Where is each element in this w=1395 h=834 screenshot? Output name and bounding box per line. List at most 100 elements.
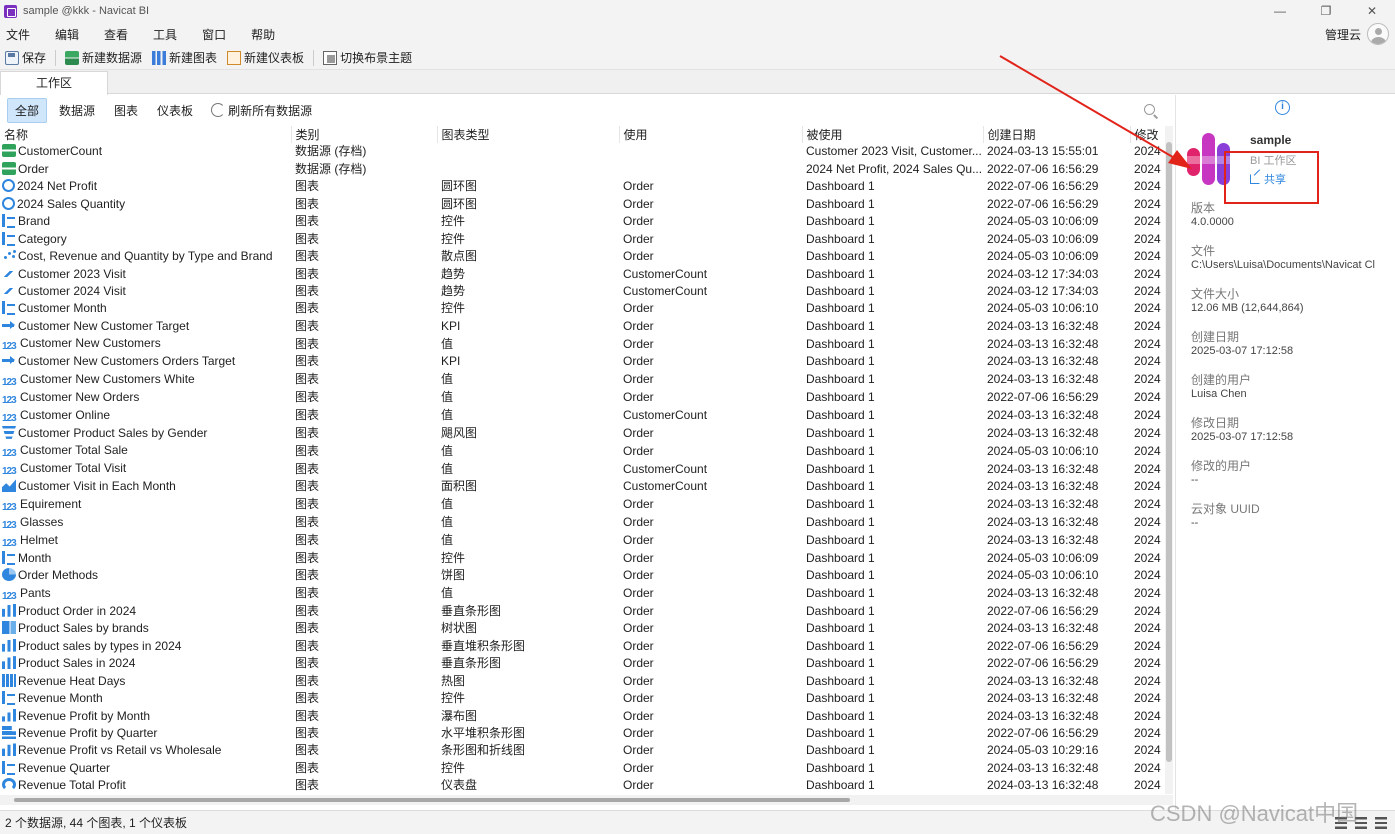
table-row[interactable]: Product Order in 2024 图表 垂直条形图 Order Dashboa… (0, 603, 1165, 620)
table-row[interactable]: Revenue Month 图表 控件 Order Dashboard 1 2024-03… (0, 690, 1165, 707)
table-row[interactable]: 123 Customer New Orders 图表 值 Order Dashboard … (0, 389, 1165, 407)
menu-tools[interactable]: 工具 (147, 26, 188, 43)
info-icon[interactable]: i (1275, 100, 1290, 115)
table-row[interactable]: 123 Equirement 图表 值 Order Dashboard 1 2024-03-… (0, 496, 1165, 514)
table-row[interactable]: 2024 Sales Quantity 图表 圆环图 Order Dashboard 1… (0, 195, 1165, 212)
table-row[interactable]: 123 Customer Online 图表 值 CustomerCount Dashbo… (0, 407, 1165, 425)
close-button[interactable]: ✕ (1349, 0, 1395, 22)
cell-name[interactable]: 123 Customer New Customers White (0, 371, 291, 389)
cell-name[interactable]: Month (0, 550, 291, 567)
cell-name[interactable]: 123 Customer Total Visit (0, 460, 291, 478)
save-button[interactable]: 保存 (0, 47, 51, 69)
cell-name[interactable]: 123 Customer New Orders (0, 389, 291, 407)
column-header-chart-type[interactable]: 图表类型 (437, 126, 620, 143)
cell-name[interactable]: Revenue Profit vs Retail vs Wholesale (0, 742, 291, 759)
table-row[interactable]: Customer Month 图表 控件 Order Dashboard 1 2024-0… (0, 300, 1165, 317)
user-avatar-icon[interactable] (1367, 23, 1389, 45)
table-row[interactable]: 123 Customer Total Sale 图表 值 Order Dashboard … (0, 442, 1165, 460)
table-row[interactable]: 123 Customer Total Visit 图表 值 CustomerCount D… (0, 460, 1165, 478)
table-row[interactable]: Order 数据源 (存档) 2024 Net Profit, 2024 Sales… (0, 160, 1165, 177)
column-header-modified[interactable]: 修改 (1130, 126, 1165, 143)
horizontal-scrollbar-thumb[interactable] (14, 798, 850, 802)
new-dashboard-button[interactable]: 新建仪表板 (222, 47, 309, 69)
column-header-created[interactable]: 创建日期 (983, 126, 1131, 143)
cell-name[interactable]: 2024 Net Profit (0, 178, 291, 195)
table-row[interactable]: Revenue Heat Days 图表 热图 Order Dashboard 1 202… (0, 672, 1165, 689)
column-header-name[interactable]: 名称 (0, 126, 292, 143)
table-row[interactable]: 2024 Net Profit 图表 圆环图 Order Dashboard 1 2022… (0, 178, 1165, 195)
cell-name[interactable]: Revenue Quarter (0, 760, 291, 777)
table-row[interactable]: Month 图表 控件 Order Dashboard 1 2024-05-03 10:0… (0, 550, 1165, 567)
cell-name[interactable]: Customer 2023 Visit (0, 265, 291, 282)
column-header-used-by[interactable]: 被使用 (802, 126, 984, 143)
new-datasource-button[interactable]: 新建数据源 (60, 47, 147, 69)
cell-name[interactable]: Revenue Profit by Month (0, 707, 291, 724)
table-row[interactable]: 123 Customer New Customers 图表 值 Order Dashboa… (0, 335, 1165, 353)
cell-name[interactable]: Product Sales in 2024 (0, 655, 291, 672)
horizontal-scrollbar[interactable] (0, 795, 1173, 805)
minimize-button[interactable]: — (1257, 0, 1303, 22)
cell-name[interactable]: Brand (0, 213, 291, 230)
tab-workspace[interactable]: 工作区 (0, 71, 108, 95)
cell-name[interactable]: Product sales by types in 2024 (0, 637, 291, 654)
table-row[interactable]: CustomerCount 数据源 (存档) Customer 2023 Visit… (0, 143, 1165, 160)
vertical-scrollbar[interactable] (1165, 126, 1173, 794)
search-icon[interactable] (1144, 104, 1155, 115)
table-row[interactable]: Customer New Customers Orders Target 图表 KP… (0, 353, 1165, 370)
table-row[interactable]: Customer New Customer Target 图表 KPI Order Da… (0, 318, 1165, 335)
cell-name[interactable]: 123 Customer Total Sale (0, 442, 291, 460)
filter-chart[interactable]: 图表 (107, 99, 145, 122)
table-row[interactable]: Revenue Profit by Month 图表 瀑布图 Order Dashboa… (0, 707, 1165, 724)
column-header-category[interactable]: 类别 (291, 126, 438, 143)
table-row[interactable]: 123 Customer New Customers White 图表 值 Order D… (0, 371, 1165, 389)
cell-name[interactable]: Revenue Total Profit (0, 777, 291, 794)
table-row[interactable]: 123 Helmet 图表 值 Order Dashboard 1 2024-03-13 1… (0, 532, 1165, 550)
cell-name[interactable]: Order (0, 160, 291, 177)
table-row[interactable]: Revenue Profit vs Retail vs Wholesale 图表 条… (0, 742, 1165, 759)
switch-theme-button[interactable]: 切换布景主题 (318, 47, 417, 69)
cell-name[interactable]: Cost, Revenue and Quantity by Type and B… (0, 248, 291, 265)
menu-window[interactable]: 窗口 (196, 26, 237, 43)
cell-name[interactable]: Customer Month (0, 300, 291, 317)
cell-name[interactable]: Product Sales by brands (0, 620, 291, 637)
new-chart-button[interactable]: 新建图表 (147, 47, 222, 69)
table-row[interactable]: Revenue Total Profit 图表 仪表盘 Order Dashboard … (0, 777, 1165, 794)
filter-all[interactable]: 全部 (7, 97, 48, 123)
cell-name[interactable]: Product Order in 2024 (0, 603, 291, 620)
menu-view[interactable]: 查看 (98, 26, 139, 43)
cell-name[interactable]: 2024 Sales Quantity (0, 195, 291, 212)
table-row[interactable]: Cost, Revenue and Quantity by Type and B… (0, 248, 1165, 265)
table-row[interactable]: 123 Glasses 图表 值 Order Dashboard 1 2024-03-13 … (0, 514, 1165, 532)
column-header-uses[interactable]: 使用 (619, 126, 803, 143)
filter-dashboard[interactable]: 仪表板 (150, 99, 200, 122)
cell-name[interactable]: Customer Visit in Each Month (0, 478, 291, 495)
table-row[interactable]: Revenue Profit by Quarter 图表 水平堆积条形图 Order D… (0, 725, 1165, 742)
cell-name[interactable]: 123 Customer New Customers (0, 335, 291, 353)
cell-name[interactable]: Customer 2024 Visit (0, 283, 291, 300)
cell-name[interactable]: Customer New Customers Orders Target (0, 353, 291, 370)
menu-edit[interactable]: 编辑 (49, 26, 90, 43)
menu-file[interactable]: 文件 (0, 26, 41, 43)
cell-name[interactable]: Revenue Month (0, 690, 291, 707)
cell-name[interactable]: Revenue Heat Days (0, 672, 291, 689)
table-row[interactable]: Revenue Quarter 图表 控件 Order Dashboard 1 2024-… (0, 760, 1165, 777)
cell-name[interactable]: 123 Customer Online (0, 407, 291, 425)
table-row[interactable]: Customer Product Sales by Gender 图表 飓风图 Ord… (0, 425, 1165, 442)
menu-help[interactable]: 帮助 (245, 26, 286, 43)
cell-name[interactable]: Order Methods (0, 567, 291, 584)
table-row[interactable]: Customer Visit in Each Month 图表 面积图 Custome… (0, 478, 1165, 495)
cell-name[interactable]: Customer New Customer Target (0, 318, 291, 335)
table-row[interactable]: Product Sales in 2024 图表 垂直条形图 Order Dashboa… (0, 655, 1165, 672)
refresh-all-button[interactable]: 刷新所有数据源 (211, 102, 312, 119)
cell-name[interactable]: Customer Product Sales by Gender (0, 425, 291, 442)
table-row[interactable]: 123 Pants 图表 值 Order Dashboard 1 2024-03-13 16… (0, 585, 1165, 603)
cell-name[interactable]: 123 Glasses (0, 514, 291, 532)
restore-button[interactable]: ❐ (1303, 0, 1349, 22)
table-row[interactable]: Product sales by types in 2024 图表 垂直堆积条形图 O… (0, 637, 1165, 654)
table-row[interactable]: Product Sales by brands 图表 树状图 Order Dashboa… (0, 620, 1165, 637)
cell-name[interactable]: CustomerCount (0, 143, 291, 160)
cell-name[interactable]: Category (0, 230, 291, 247)
table-row[interactable]: Customer 2024 Visit 图表 趋势 CustomerCount Dash… (0, 283, 1165, 300)
table-row[interactable]: Order Methods 图表 饼图 Order Dashboard 1 2024-05… (0, 567, 1165, 584)
cell-name[interactable]: 123 Pants (0, 585, 291, 603)
